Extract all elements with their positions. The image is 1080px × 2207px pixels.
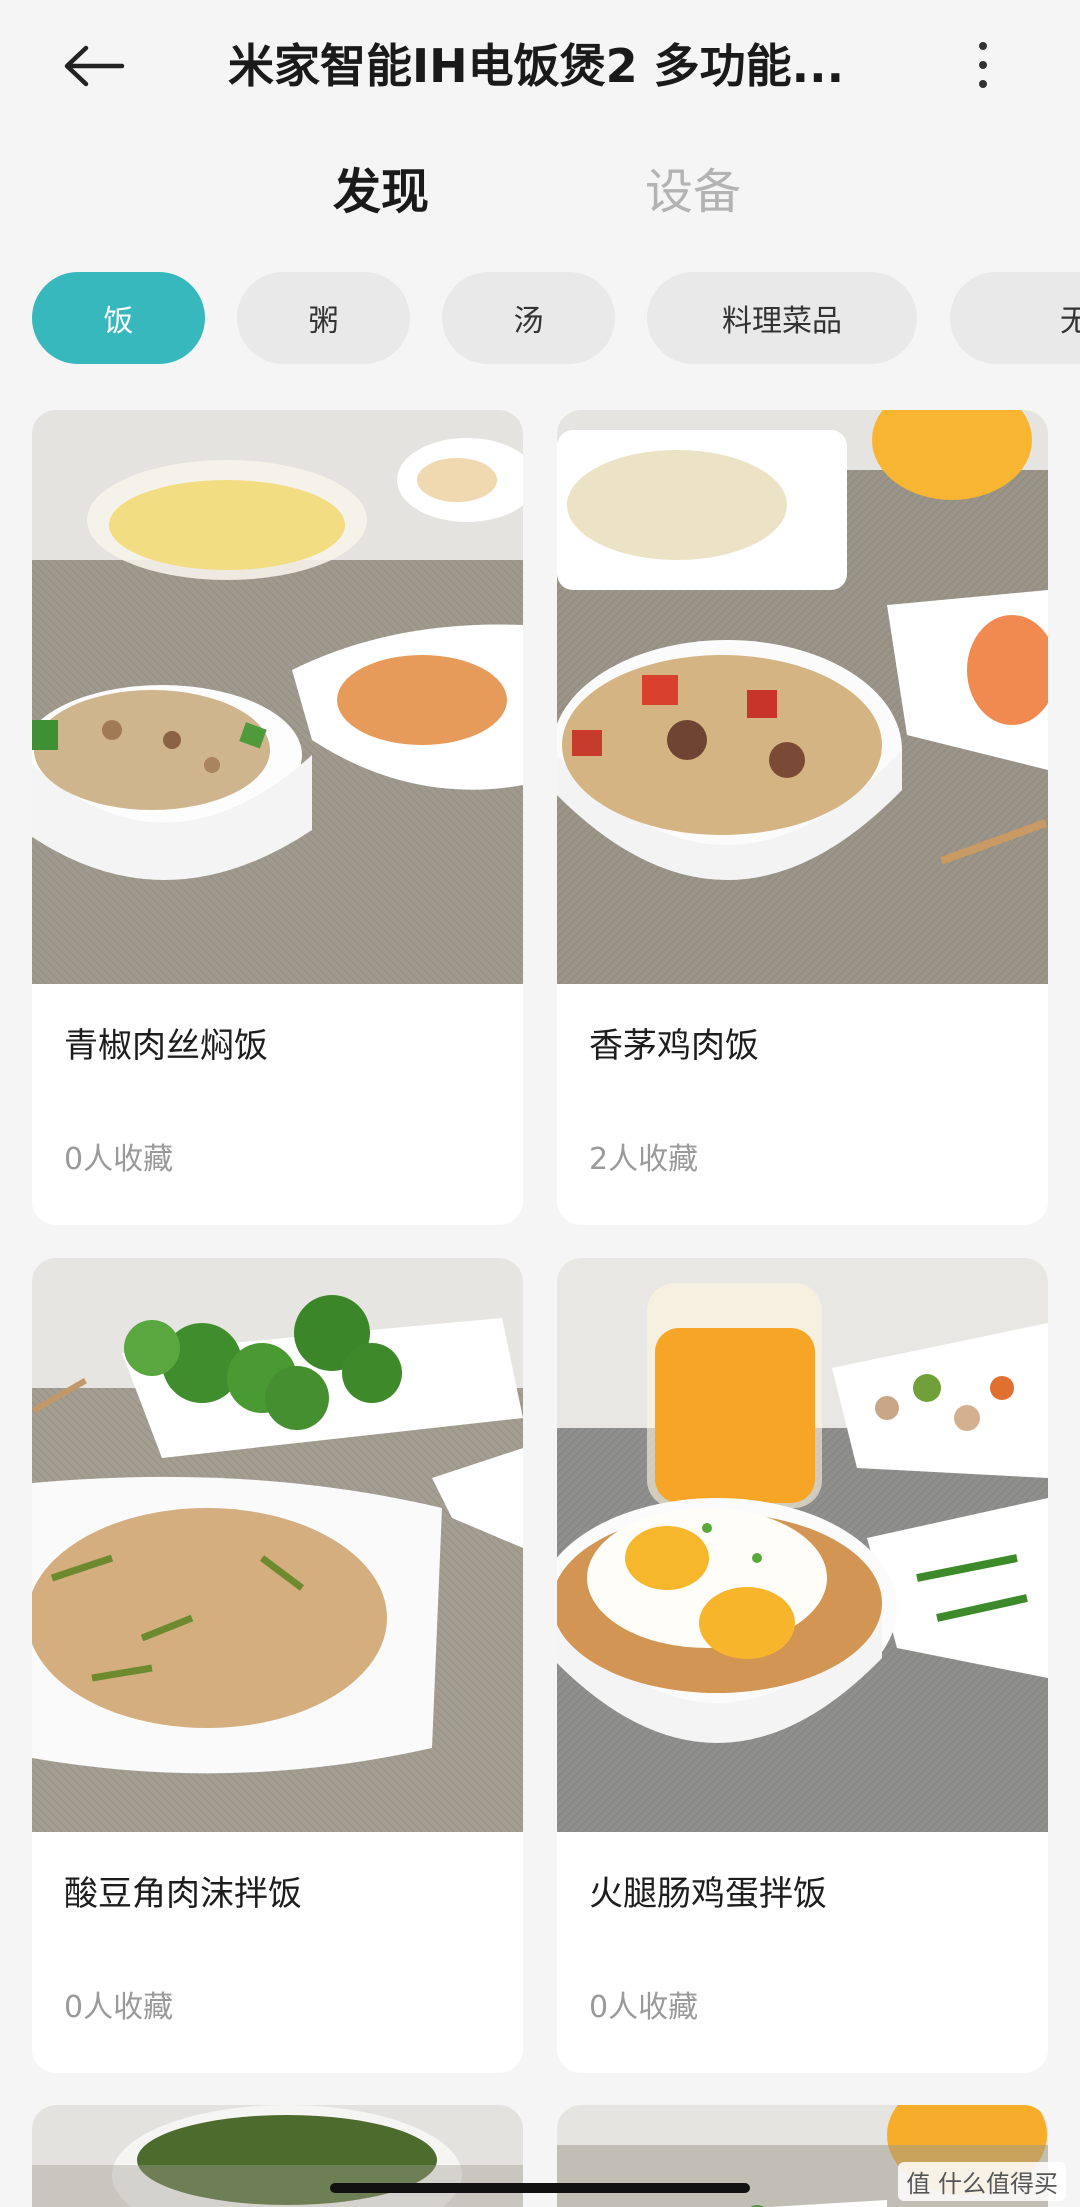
chip-soup[interactable]: 汤: [442, 272, 615, 364]
recipe-card[interactable]: 酸豆角肉沫拌饭 0人收藏: [32, 1258, 523, 2073]
recipe-favorite-count: 0人收藏: [64, 1142, 174, 1177]
recipe-card[interactable]: 青椒肉丝焖饭 0人收藏: [32, 410, 523, 1225]
recipe-name: 酸豆角肉沫拌饭: [64, 1874, 302, 1914]
tab-discover[interactable]: 发现: [333, 158, 429, 226]
category-chips: 饭 粥 汤 料理菜品 无水: [0, 272, 1080, 368]
recipe-favorite-count: 2人收藏: [589, 1142, 699, 1177]
recipe-card[interactable]: 香茅鸡肉饭 2人收藏: [557, 410, 1048, 1225]
recipe-name: 香茅鸡肉饭: [589, 1026, 759, 1066]
recipe-discover-screen: 米家智能IH电饭煲2 多功能... 发现 设备 饭 粥 汤 料理菜品 无水: [0, 0, 1080, 2207]
recipe-photo: [557, 410, 1048, 984]
home-indicator[interactable]: [330, 2183, 750, 2193]
tab-device[interactable]: 设备: [645, 158, 741, 226]
recipe-favorite-count: 0人收藏: [589, 1990, 699, 2025]
chip-rice[interactable]: 饭: [32, 272, 205, 364]
watermark: 值 什么值得买: [898, 2162, 1066, 2201]
recipe-photo: [32, 1258, 523, 1832]
page-title: 米家智能IH电饭煲2 多功能...: [228, 39, 845, 93]
tab-bar: 发现 设备: [0, 150, 1080, 230]
top-app-bar: 米家智能IH电饭煲2 多功能...: [0, 0, 1080, 130]
recipe-photo: [557, 1258, 1048, 1832]
arrow-left-icon: [64, 45, 125, 86]
vertical-ellipsis-icon: [979, 42, 987, 50]
recipe-favorite-count: 0人收藏: [64, 1990, 174, 2025]
chip-waterless[interactable]: 无水: [950, 272, 1080, 364]
recipe-name: 火腿肠鸡蛋拌饭: [589, 1874, 827, 1914]
recipe-name: 青椒肉丝焖饭: [64, 1026, 268, 1066]
back-button[interactable]: [62, 28, 152, 103]
chip-congee[interactable]: 粥: [237, 272, 410, 364]
more-options-button[interactable]: [958, 30, 1008, 100]
recipe-photo: [32, 410, 523, 984]
recipe-card[interactable]: 火腿肠鸡蛋拌饭 0人收藏: [557, 1258, 1048, 2073]
chip-dishes[interactable]: 料理菜品: [647, 272, 917, 364]
